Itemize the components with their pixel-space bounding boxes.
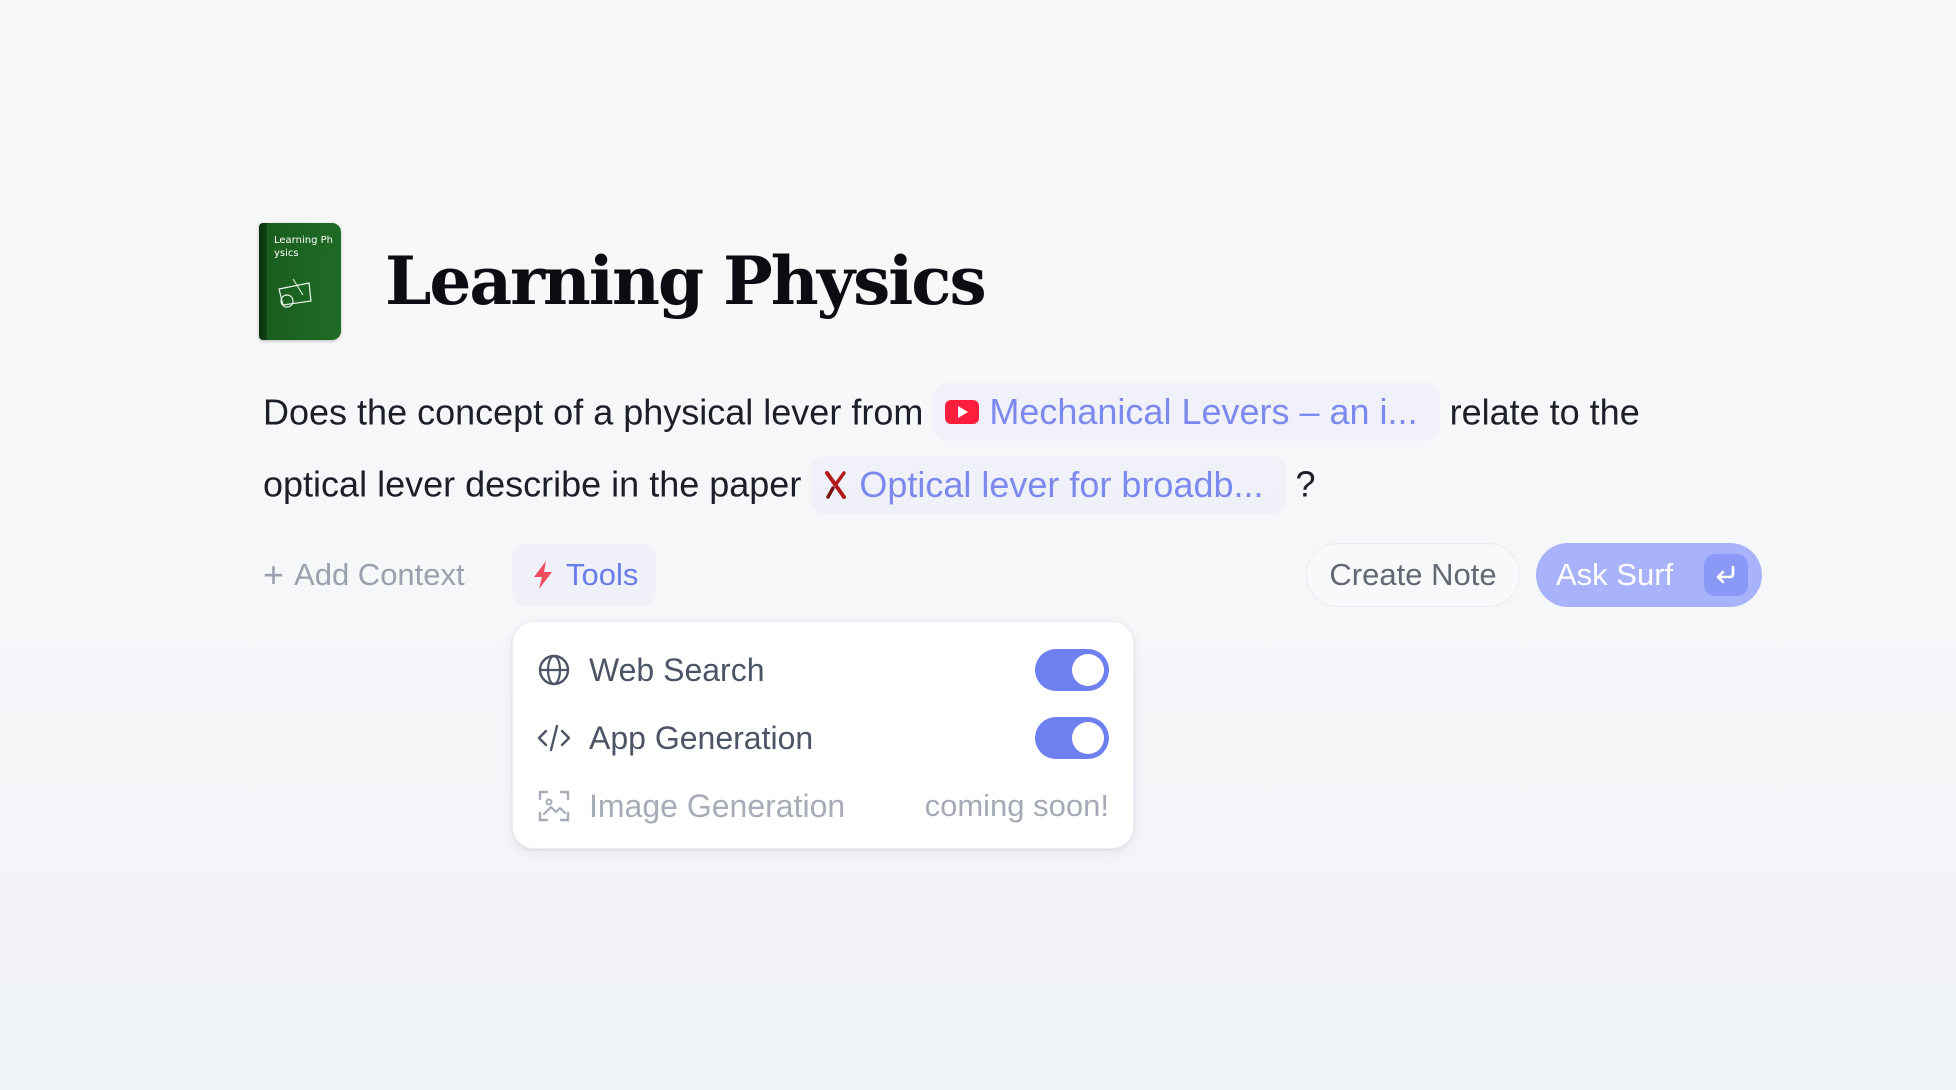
menu-item-image-generation: Image Generation coming soon! [537, 778, 1109, 834]
notebook-cover[interactable]: Learning Physics [259, 223, 341, 340]
add-context-label: Add Context [294, 557, 465, 592]
enter-key-icon [1704, 554, 1748, 596]
app-generation-toggle[interactable] [1035, 717, 1109, 759]
tools-label: Tools [566, 557, 639, 592]
plus-icon: + [263, 554, 285, 595]
code-icon [537, 721, 571, 755]
youtube-icon [945, 400, 980, 425]
page-title: Learning Physics [385, 242, 987, 320]
create-note-button[interactable]: Create Note [1306, 543, 1520, 607]
ask-surf-label: Ask Surf [1556, 557, 1674, 592]
youtube-source-label: Mechanical Levers – an i... [989, 391, 1418, 433]
tools-button[interactable]: Tools [512, 544, 657, 606]
create-note-label: Create Note [1329, 557, 1497, 592]
toggle-knob [1072, 722, 1104, 754]
tools-dropdown-menu: Web Search App Generation Image Generati… [512, 621, 1134, 849]
toggle-knob [1072, 654, 1104, 686]
prompt-text-part: Does the concept of a physical lever fro… [263, 391, 924, 433]
prompt-text-part: ? [1295, 463, 1316, 505]
image-scan-icon [537, 789, 571, 823]
menu-item-app-generation[interactable]: App Generation [537, 710, 1109, 766]
youtube-source-chip[interactable]: Mechanical Levers – an i... [933, 383, 1440, 442]
cover-spine [259, 223, 267, 340]
menu-item-label: Web Search [589, 651, 765, 688]
ask-surf-button[interactable]: Ask Surf [1536, 543, 1762, 607]
arxiv-icon [823, 470, 849, 500]
bolt-icon [532, 560, 554, 590]
coming-soon-badge: coming soon! [924, 788, 1109, 823]
add-context-button[interactable]: + Add Context [263, 553, 465, 597]
cover-title: Learning Physics [274, 235, 333, 259]
menu-item-label: App Generation [589, 719, 814, 756]
page: Learning Physics Learning Physics Does t… [0, 0, 1956, 1090]
web-search-toggle[interactable] [1035, 649, 1109, 691]
globe-icon [537, 653, 571, 687]
menu-item-label: Image Generation [589, 787, 846, 824]
arxiv-source-label: Optical lever for broadb... [859, 463, 1264, 505]
prompt-text[interactable]: Does the concept of a physical lever fro… [263, 375, 1743, 520]
cover-sketch-icon [278, 278, 312, 308]
menu-item-web-search[interactable]: Web Search [537, 642, 1109, 698]
arxiv-source-chip[interactable]: Optical lever for broadb... [811, 455, 1286, 514]
